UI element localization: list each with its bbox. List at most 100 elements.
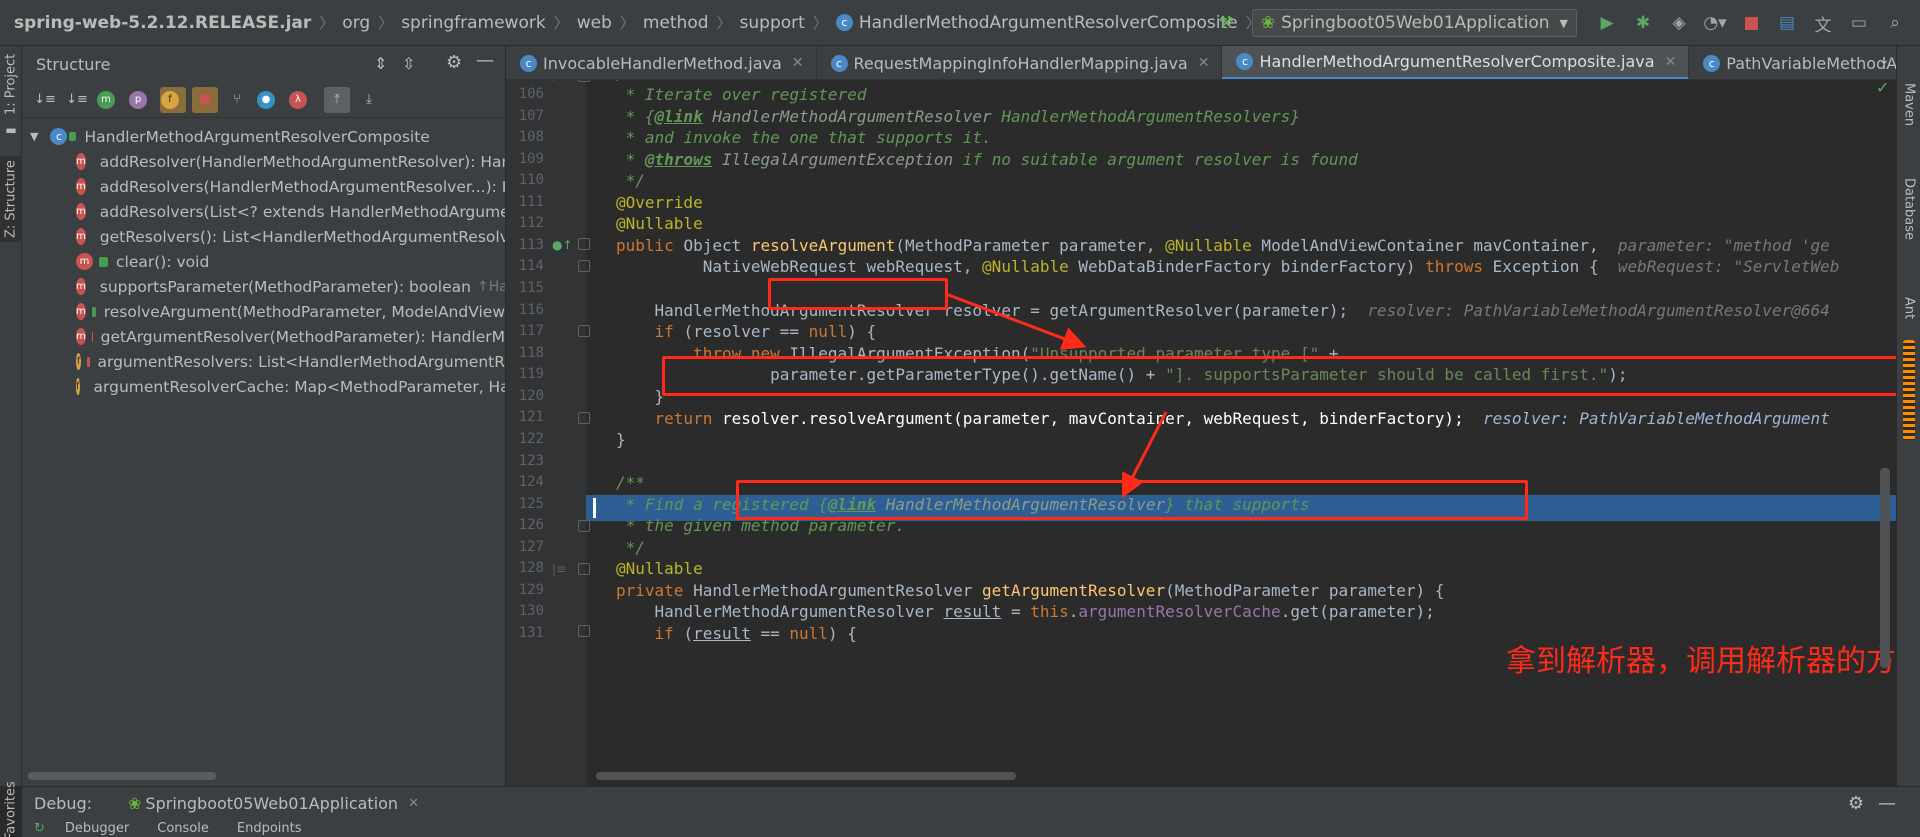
private-icon xyxy=(86,356,90,367)
class-icon: c xyxy=(520,54,537,72)
tree-item[interactable]: m getResolvers(): List<HandlerMethodArgum… xyxy=(22,224,505,249)
tree-item[interactable]: f argumentResolverCache: Map<MethodParame… xyxy=(22,374,505,399)
method-icon: m xyxy=(76,303,86,320)
autoscroll-to-source-icon[interactable]: ⤒ xyxy=(324,86,350,113)
breadcrumb-support[interactable]: support xyxy=(740,13,805,33)
breadcrumb-springframework[interactable]: springframework xyxy=(401,13,545,33)
project-structure-icon[interactable]: ▤ xyxy=(1772,8,1802,38)
structure-panel: Structure ⇕ ⇳ ⚙ — ↓≡ ↓≡ m p f ■ ⑂ ● λ ⤒ … xyxy=(22,46,506,786)
sort-visibility-icon[interactable]: ↓≡ xyxy=(64,87,90,113)
public-icon xyxy=(69,132,77,141)
gear-icon[interactable]: ⚙ xyxy=(1848,793,1864,814)
breadcrumb-jar[interactable]: spring-web-5.2.12.RELEASE.jar xyxy=(14,13,311,33)
tree-item[interactable]: m addResolvers(HandlerMethodArgumentResol… xyxy=(22,174,505,199)
tab-debugger[interactable]: Debugger xyxy=(65,821,129,836)
coverage-icon[interactable]: ◈ xyxy=(1664,8,1694,38)
tab-path-variable-method-argument-resolver[interactable]: c PathVariableMethodArgumentR xyxy=(1689,46,1896,79)
error-stripe-marker[interactable] xyxy=(1903,340,1915,440)
method-icon: m xyxy=(76,178,86,195)
tab-console[interactable]: Console xyxy=(157,821,209,836)
structure-title: Structure xyxy=(36,54,111,74)
chevron-down-icon: ▼ xyxy=(1559,16,1568,30)
expand-all-icon[interactable]: ⇕ xyxy=(374,54,387,73)
run-configuration-select[interactable]: ❀ Springboot05Web01Application ▼ xyxy=(1251,9,1577,37)
stop-icon[interactable] xyxy=(1736,8,1766,38)
properties-icon[interactable]: p xyxy=(129,90,147,109)
breadcrumb-separator: 〉 xyxy=(553,14,569,32)
editor-horizontal-scrollbar[interactable] xyxy=(596,772,1016,780)
class-icon: c xyxy=(835,14,853,31)
annotation-text: 拿到解析器，调用解析器的方法进行参数解析 xyxy=(1506,644,1896,679)
close-icon[interactable]: ✕ xyxy=(792,55,804,71)
tree-item[interactable]: m getArgumentResolver(MethodParameter): H… xyxy=(22,324,505,349)
tab-endpoints[interactable]: Endpoints xyxy=(237,821,302,836)
expanded-arrow-icon: ▼ xyxy=(30,130,39,143)
spring-boot-icon: ❀ xyxy=(128,793,142,813)
editor-vertical-scrollbar[interactable] xyxy=(1880,468,1890,668)
close-icon[interactable]: ✕ xyxy=(1665,54,1677,70)
tab-invocable-handler-method[interactable]: c InvocableHandlerMethod.java ✕ xyxy=(506,46,817,79)
method-icon: m xyxy=(76,278,86,295)
toolbar-right: ⚒ ❀ Springboot05Web01Application ▼ ▶ ✱ ◈… xyxy=(1208,0,1920,46)
close-icon[interactable]: ✕ xyxy=(1198,55,1210,71)
tree-item[interactable]: m resolveArgument(MethodParameter, ModelA… xyxy=(22,299,505,324)
method-icon: m xyxy=(76,153,86,170)
editor-tabs: c InvocableHandlerMethod.java ✕ c Reques… xyxy=(506,46,1896,80)
debug-config-tab[interactable]: Springboot05Web01Application xyxy=(145,794,398,813)
debug-tabs: ↻ Debugger Console Endpoints xyxy=(22,819,1920,837)
tree-item[interactable]: f argumentResolvers: List<HandlerMethodAr… xyxy=(22,349,505,374)
class-icon: c xyxy=(1703,54,1721,72)
tab-project[interactable]: 1: Project xyxy=(0,52,22,116)
tab-request-mapping-info-handler-mapping[interactable]: c RequestMappingInfoHandlerMapping.java … xyxy=(817,46,1223,79)
breadcrumb-class[interactable]: HandlerMethodArgumentResolverComposite xyxy=(859,13,1238,33)
tab-label: PathVariableMethodArgumentR xyxy=(1726,53,1896,73)
minimize-icon[interactable]: — xyxy=(1878,793,1896,814)
tree-item[interactable]: m addResolver(HandlerMethodArgumentResolv… xyxy=(22,149,505,174)
gear-icon[interactable]: ⚙ xyxy=(446,52,462,73)
non-public-icon[interactable]: ■ xyxy=(192,86,218,113)
layout-icon[interactable]: ▭ xyxy=(1844,8,1874,38)
resume-icon[interactable]: ↻ xyxy=(34,821,45,836)
tree-item-label: clear(): void xyxy=(116,252,210,271)
tab-handler-method-argument-resolver-composite[interactable]: c HandlerMethodArgumentResolverComposite… xyxy=(1222,46,1690,79)
tab-favorites[interactable]: Favorites xyxy=(0,776,22,837)
left-tool-strip: 1: Project ▬ Z: Structure Favorites xyxy=(0,46,22,837)
annotation-arrows xyxy=(945,292,1168,499)
tab-database[interactable]: Database xyxy=(1897,154,1920,264)
search-icon[interactable]: ⌕ xyxy=(1880,8,1910,38)
lambdas-icon[interactable]: ⑂ xyxy=(224,87,250,113)
hammer-icon[interactable]: ⚒ xyxy=(1211,8,1241,38)
tab-structure[interactable]: Z: Structure xyxy=(0,156,22,242)
tree-item[interactable]: m supportsParameter(MethodParameter): boo… xyxy=(22,274,505,299)
tab-ant[interactable]: Ant xyxy=(1897,278,1920,338)
private-icon xyxy=(91,331,93,342)
code-editor[interactable]: 105 106 107 108 109 110 111 112 113 114 … xyxy=(506,80,1896,786)
tree-item[interactable]: m clear(): void xyxy=(22,249,505,274)
tree-root[interactable]: ▼ c HandlerMethodArgumentResolverComposi… xyxy=(22,124,505,149)
collapse-all-icon[interactable]: ⇳ xyxy=(402,54,415,73)
breadcrumb-method[interactable]: method xyxy=(643,13,709,33)
tab-maven[interactable]: Maven xyxy=(1897,70,1920,140)
inherited-icon[interactable]: m xyxy=(97,90,115,109)
sort-alpha-icon[interactable]: ↓≡ xyxy=(32,87,58,113)
tab-label: HandlerMethodArgumentResolverComposite.j… xyxy=(1259,52,1655,71)
lambda-icon[interactable]: λ xyxy=(289,90,307,109)
structure-scrollbar[interactable] xyxy=(28,772,216,780)
tab-list-chevron-icon[interactable]: ⌄ xyxy=(1878,52,1890,68)
method-icon: m xyxy=(76,228,86,245)
profile-icon[interactable]: ◔▾ xyxy=(1700,8,1730,38)
overrides-suffix: ↑Ha xyxy=(476,278,505,295)
close-icon[interactable]: ✕ xyxy=(408,796,419,811)
anonymous-classes-icon[interactable]: ● xyxy=(257,90,275,109)
navigation-bar: spring-web-5.2.12.RELEASE.jar 〉 org 〉 sp… xyxy=(0,0,1920,46)
tree-item[interactable]: m addResolvers(List<? extends HandlerMeth… xyxy=(22,199,505,224)
breadcrumb-separator: 〉 xyxy=(812,14,828,32)
minimize-icon[interactable]: — xyxy=(476,50,494,71)
run-icon[interactable]: ▶ xyxy=(1592,8,1622,38)
fields-icon[interactable]: f xyxy=(160,86,186,113)
translate-icon[interactable]: 文 xyxy=(1808,8,1838,38)
breadcrumb-org[interactable]: org xyxy=(342,13,370,33)
breadcrumb-web[interactable]: web xyxy=(577,13,612,33)
debug-icon[interactable]: ✱ xyxy=(1628,8,1658,38)
autoscroll-from-source-icon[interactable]: ⤓ xyxy=(356,87,382,113)
